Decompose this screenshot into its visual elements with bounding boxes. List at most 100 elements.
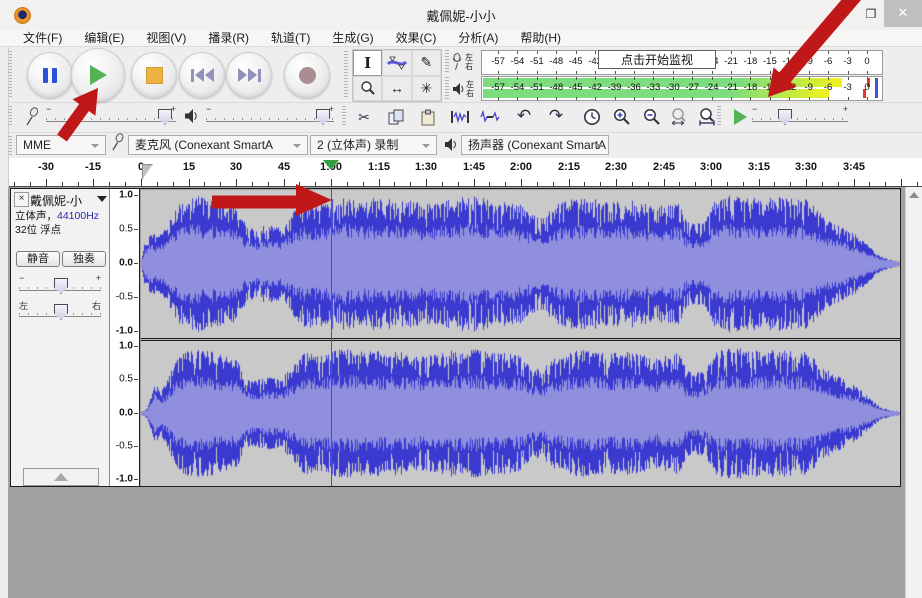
track-close-button[interactable]: ×	[14, 192, 29, 207]
redo-icon: ↷	[549, 106, 563, 126]
play-meter-icon-group[interactable]: 左右	[452, 76, 480, 101]
menu-file[interactable]: 文件(F)	[12, 30, 73, 47]
play-button[interactable]	[71, 48, 125, 102]
menu-help[interactable]: 帮助(H)	[509, 30, 572, 47]
track-menu-arrow-icon[interactable]	[97, 196, 107, 202]
playback-volume-thumb[interactable]	[316, 109, 330, 125]
ruler-label: 0.5	[119, 374, 133, 385]
meter-scale-label: -9	[804, 82, 812, 93]
fit-project-button[interactable]	[694, 105, 722, 129]
maximize-button[interactable]: ❐	[858, 4, 884, 24]
pan-slider[interactable]: 左 右	[19, 301, 101, 321]
mute-button[interactable]: 静音	[16, 251, 60, 267]
gain-slider[interactable]: − +	[19, 275, 101, 295]
record-volume-thumb[interactable]	[158, 109, 172, 125]
timeshift-tool-button[interactable]: ↔	[382, 76, 411, 102]
meter-scale-label: -42	[588, 82, 602, 93]
menu-transport[interactable]: 播录(R)	[197, 30, 260, 47]
meter-scale-label: -45	[569, 82, 583, 93]
device-mic-icon-wrap	[110, 133, 125, 152]
trim-audio-icon	[450, 109, 470, 125]
zoom-in-button[interactable]	[608, 105, 636, 129]
playback-volume-slider[interactable]: − +	[206, 106, 334, 126]
record-volume-slider[interactable]: − +	[46, 106, 176, 126]
quickplay-pin-icon[interactable]	[142, 164, 153, 180]
title-bar: 戴佩妮-小小 – ❐ ✕	[0, 0, 922, 31]
track-collapse-button[interactable]	[23, 468, 99, 486]
recording-device-select[interactable]: 麦克风 (Conexant SmartA	[128, 135, 308, 155]
sync-lock-button[interactable]	[578, 105, 606, 129]
multi-tool-button[interactable]: ✳	[412, 76, 441, 102]
playback-device-select[interactable]: 扬声器 (Conexant SmartA	[461, 135, 609, 155]
trim-audio-button[interactable]	[446, 105, 474, 129]
gain-thumb[interactable]	[54, 278, 68, 294]
edit-toolbar-grip[interactable]	[342, 106, 346, 127]
menu-effect[interactable]: 效果(C)	[385, 30, 448, 47]
play-speed-slider[interactable]: − +	[752, 106, 848, 126]
close-button[interactable]: ✕	[884, 0, 922, 27]
vertical-scale-ruler[interactable]: 1.00.50.0-0.5-1.01.00.50.0-0.5-1.0	[110, 189, 140, 486]
monitor-tooltip: 点击开始监视	[598, 50, 716, 69]
timeline-ruler[interactable]: -30-1501530451:001:151:301:452:002:152:3…	[0, 158, 922, 187]
playback-meter[interactable]: -57-54-51-48-45-42-39-36-33-30-27-24-21-…	[481, 76, 883, 101]
mixer-speaker-icon-wrap	[184, 108, 198, 124]
draw-tool-button[interactable]: ✎	[412, 50, 441, 76]
fit-selection-button[interactable]	[666, 105, 694, 129]
meter-scale-label: -36	[627, 82, 641, 93]
play-at-speed-button[interactable]	[726, 105, 754, 129]
menu-analyze[interactable]: 分析(A)	[447, 30, 509, 47]
menu-view[interactable]: 视图(V)	[135, 30, 197, 47]
undo-icon: ↶	[517, 106, 531, 126]
audacity-window: 戴佩妮-小小 – ❐ ✕ 文件(F) 编辑(E) 视图(V) 播录(R) 轨道(…	[0, 0, 922, 598]
copy-button[interactable]	[382, 105, 410, 129]
menu-tracks[interactable]: 轨道(T)	[260, 30, 321, 47]
mixer-speaker-icon	[184, 108, 198, 124]
ruler-label: -1.0	[116, 326, 133, 337]
pan-thumb[interactable]	[54, 304, 68, 320]
record-meter-icon-group[interactable]: 左右	[452, 49, 480, 74]
timeline-label: -15	[85, 161, 101, 173]
play-meter-grip[interactable]	[445, 77, 449, 100]
timeline-label: 1:30	[415, 161, 437, 173]
silence-audio-button[interactable]	[476, 105, 504, 129]
zoom-out-button[interactable]	[638, 105, 666, 129]
skip-to-end-icon	[238, 68, 261, 82]
channel-divider	[141, 338, 901, 341]
menu-bar: 文件(F) 编辑(E) 视图(V) 播录(R) 轨道(T) 生成(G) 效果(C…	[0, 30, 922, 47]
menu-generate[interactable]: 生成(G)	[321, 30, 384, 47]
stop-button[interactable]	[131, 52, 177, 98]
zoom-tool-button[interactable]	[353, 76, 382, 102]
redo-button[interactable]: ↷	[542, 104, 570, 128]
play-meter-channel-labels: 左右	[466, 80, 474, 98]
ruler-label: -1.0	[116, 474, 133, 485]
timeline-label: 2:45	[653, 161, 675, 173]
menu-edit[interactable]: 编辑(E)	[73, 30, 135, 47]
meter-scale-label: -48	[549, 82, 563, 93]
undo-button[interactable]: ↶	[510, 104, 538, 128]
cut-button[interactable]: ✂	[350, 105, 378, 129]
waveform-channel-1[interactable]	[141, 190, 901, 338]
skip-to-end-button[interactable]	[226, 52, 272, 98]
play-speed-thumb[interactable]	[778, 109, 792, 125]
recording-channels-select[interactable]: 2 (立体声) 录制	[310, 135, 437, 155]
vertical-scrollbar[interactable]	[905, 187, 922, 598]
selection-tool-button[interactable]: I	[353, 50, 382, 76]
record-meter-grip[interactable]	[445, 50, 449, 73]
meter-scale-label: -57	[491, 82, 505, 93]
minimize-button[interactable]: –	[832, 4, 858, 24]
record-button[interactable]	[284, 52, 330, 98]
timeline-label: 15	[183, 161, 195, 173]
paste-button[interactable]	[414, 105, 442, 129]
audio-host-select[interactable]: MME	[16, 135, 106, 155]
tools-toolbar-grip[interactable]	[344, 51, 348, 98]
ruler-label: -0.5	[116, 292, 133, 303]
playback-cursor-triangle-icon[interactable]	[323, 160, 339, 170]
waveform-channel-2[interactable]	[141, 341, 901, 486]
envelope-tool-button[interactable]	[382, 50, 411, 76]
pause-button[interactable]	[27, 52, 73, 98]
track-title[interactable]: 戴佩妮-小	[30, 192, 96, 209]
device-speaker-icon-wrap	[444, 137, 457, 152]
skip-to-start-button[interactable]	[179, 52, 225, 98]
solo-button[interactable]: 独奏	[62, 251, 106, 267]
zoom-out-icon	[643, 108, 661, 126]
